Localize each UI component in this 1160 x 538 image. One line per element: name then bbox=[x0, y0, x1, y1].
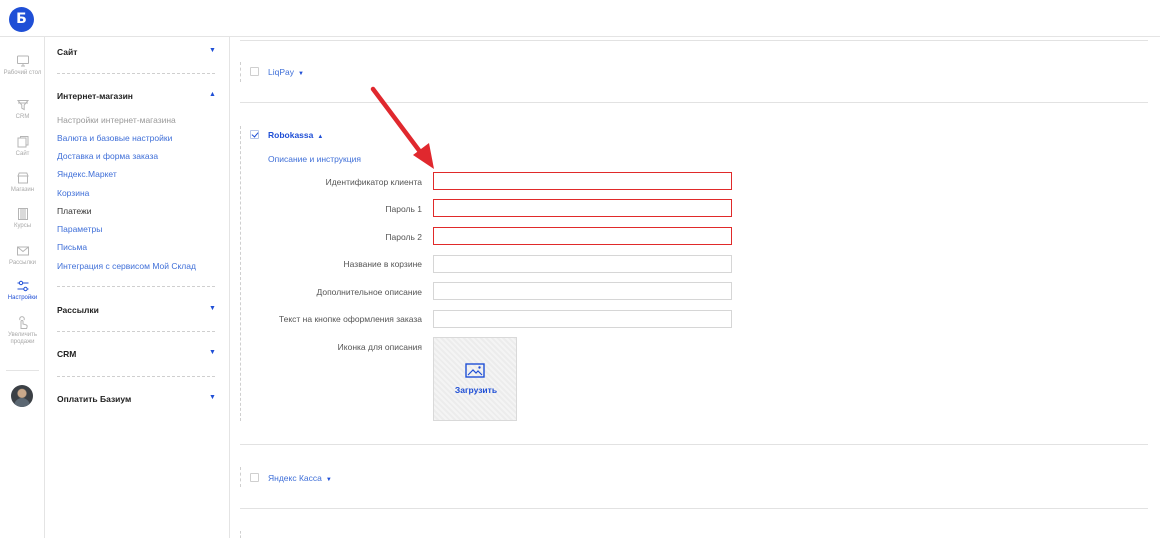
menu-section-crm[interactable]: CRM bbox=[57, 349, 76, 359]
hand-icon bbox=[18, 316, 28, 329]
menu-item-letters[interactable]: Письма bbox=[57, 242, 87, 252]
rail-item-site[interactable]: Сайт bbox=[0, 135, 45, 158]
icon-rail: Рабочий стол CRM Сайт Магазин Курсы Расс… bbox=[0, 37, 45, 538]
liqpay-label: LiqPay bbox=[268, 67, 294, 77]
rail-item-mailing[interactable]: Рассылки bbox=[0, 244, 45, 267]
rail-label: Рабочий стол bbox=[3, 70, 42, 76]
menu-section-pay-bazium[interactable]: Оплатить Базиум bbox=[57, 394, 131, 404]
robokassa-label: Robokassa bbox=[268, 130, 314, 140]
yandex-kassa-label: Яндекс Касса bbox=[268, 473, 322, 483]
chevron-up-icon[interactable]: ▲ bbox=[209, 91, 216, 98]
section-marker bbox=[240, 126, 241, 421]
row-marker bbox=[240, 531, 241, 538]
rail-item-desktop[interactable]: Рабочий стол bbox=[0, 54, 45, 77]
extra-desc-label: Дополнительное описание bbox=[316, 287, 423, 297]
rail-item-store[interactable]: Магазин bbox=[0, 171, 45, 194]
robokassa-toggle[interactable]: Robokassa ▲ bbox=[268, 130, 323, 140]
yandex-kassa-checkbox[interactable] bbox=[250, 473, 259, 482]
rail-label: CRM bbox=[15, 114, 30, 120]
rail-item-crm[interactable]: CRM bbox=[0, 98, 45, 121]
app-logo[interactable]: Б bbox=[9, 7, 34, 32]
menu-divider bbox=[57, 376, 215, 377]
section-divider bbox=[240, 40, 1148, 41]
rail-label: Сайт bbox=[15, 151, 30, 157]
rail-label: Курсы bbox=[13, 223, 32, 229]
client-id-input[interactable] bbox=[433, 172, 732, 190]
book-icon bbox=[17, 208, 28, 220]
pages-icon bbox=[17, 136, 28, 148]
liqpay-checkbox[interactable] bbox=[250, 67, 259, 76]
menu-item-cart[interactable]: Корзина bbox=[57, 188, 89, 198]
menu-divider bbox=[57, 73, 215, 74]
section-divider bbox=[240, 444, 1148, 445]
rail-label: Настройки bbox=[7, 295, 38, 301]
client-id-label: Идентификатор клиента bbox=[325, 177, 422, 187]
password2-input[interactable] bbox=[433, 227, 732, 245]
icon-upload-area[interactable]: Загрузить bbox=[433, 337, 517, 421]
extra-desc-input[interactable] bbox=[433, 282, 732, 300]
liqpay-toggle[interactable]: LiqPay ▼ bbox=[268, 67, 304, 77]
rail-item-courses[interactable]: Курсы bbox=[0, 207, 45, 230]
settings-menu: Сайт ▼ Интернет-магазин ▲ Настройки инте… bbox=[45, 37, 230, 538]
yandex-kassa-toggle[interactable]: Яндекс Касса ▼ bbox=[268, 473, 332, 483]
icon-field-label: Иконка для описания bbox=[337, 342, 422, 352]
chevron-up-icon: ▲ bbox=[317, 134, 324, 140]
menu-item-currency[interactable]: Валюта и базовые настройки bbox=[57, 133, 172, 143]
rail-divider bbox=[6, 370, 39, 371]
button-text-input[interactable] bbox=[433, 310, 732, 328]
mail-icon bbox=[16, 246, 29, 256]
chevron-down-icon: ▼ bbox=[298, 71, 304, 77]
row-marker bbox=[240, 62, 241, 82]
image-icon bbox=[465, 363, 485, 378]
button-text-label: Текст на кнопке оформления заказа bbox=[278, 314, 422, 324]
upload-button-label: Загрузить bbox=[454, 385, 498, 395]
section-divider bbox=[240, 508, 1148, 509]
chevron-down-icon[interactable]: ▼ bbox=[209, 47, 216, 54]
menu-section-mailing[interactable]: Рассылки bbox=[57, 305, 99, 315]
funnel-icon bbox=[16, 100, 29, 111]
menu-section-shop[interactable]: Интернет-магазин bbox=[57, 91, 133, 101]
menu-divider bbox=[57, 286, 215, 287]
rail-label: Магазин bbox=[10, 187, 35, 193]
annotation-arrow-icon bbox=[370, 86, 434, 169]
menu-item-shop-settings[interactable]: Настройки интернет-магазина bbox=[57, 115, 176, 125]
menu-divider bbox=[57, 331, 215, 332]
cart-name-input[interactable] bbox=[433, 255, 732, 273]
sliders-icon bbox=[17, 280, 28, 292]
menu-item-delivery[interactable]: Доставка и форма заказа bbox=[57, 151, 158, 161]
menu-item-payments[interactable]: Платежи bbox=[57, 206, 91, 216]
rail-item-boost-sales[interactable]: Увеличить продажи bbox=[0, 316, 45, 346]
rail-label: Увеличить продажи bbox=[8, 332, 37, 345]
menu-section-site[interactable]: Сайт bbox=[57, 47, 77, 57]
menu-item-parameters[interactable]: Параметры bbox=[57, 224, 102, 234]
chevron-down-icon: ▼ bbox=[325, 477, 332, 483]
rail-item-settings[interactable]: Настройки bbox=[0, 279, 45, 302]
rail-label: Рассылки bbox=[9, 260, 36, 266]
cart-name-label: Название в корзине bbox=[343, 259, 422, 269]
store-icon bbox=[16, 172, 29, 184]
password1-input[interactable] bbox=[433, 199, 732, 217]
row-marker bbox=[240, 467, 241, 487]
avatar[interactable] bbox=[11, 385, 33, 407]
password1-label: Пароль 1 bbox=[385, 204, 422, 214]
robokassa-checkbox[interactable] bbox=[250, 130, 259, 139]
chevron-down-icon[interactable]: ▼ bbox=[209, 349, 216, 356]
instructions-link[interactable]: Описание и инструкция bbox=[268, 154, 361, 164]
chevron-down-icon[interactable]: ▼ bbox=[209, 394, 216, 401]
chevron-down-icon[interactable]: ▼ bbox=[209, 305, 216, 312]
monitor-icon bbox=[16, 55, 29, 67]
menu-item-moysklad[interactable]: Интеграция с сервисом Мой Склад bbox=[57, 261, 196, 271]
menu-item-yandex-market[interactable]: Яндекс.Маркет bbox=[57, 169, 117, 179]
password2-label: Пароль 2 bbox=[385, 232, 422, 242]
top-bar: Б bbox=[0, 0, 1160, 37]
